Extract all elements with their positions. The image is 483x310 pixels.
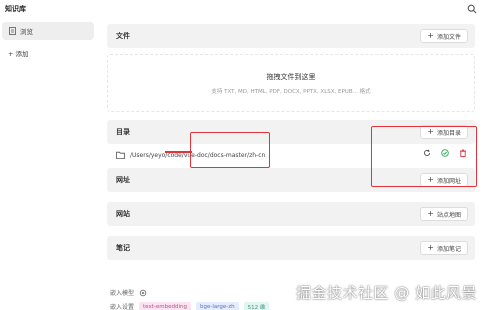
notes-title: 笔记 [116,244,130,252]
plus-icon: + [427,31,434,40]
plus-icon: + [427,209,434,218]
embed-settings-label: 嵌入设置 [110,304,135,310]
sitemap-title: 网站 [116,210,130,218]
folder-icon [116,151,125,159]
directory-title: 目录 [116,128,130,136]
tag: 512 维 [243,302,270,310]
settings-icon[interactable] [139,289,147,297]
sitemap-section-header: 网站 + 站点地图 [107,202,475,226]
tag: bge-large-zh [195,302,239,310]
plus-icon: + [427,243,434,252]
annotation-line [165,151,192,153]
files-title: 文件 [116,32,130,40]
sidebar: 浏览 + 添加 [0,22,98,310]
sidebar-item-label: + 添加 [8,50,29,58]
tag: text-embedding [139,302,191,310]
sidebar-item-browse[interactable]: 浏览 [2,22,94,40]
sidebar-item-add[interactable]: + 添加 [2,44,94,62]
title-bar: 知识库 [0,0,483,18]
add-note-button[interactable]: + 添加笔记 [420,241,468,255]
app-title: 知识库 [5,5,26,13]
dropzone-title: 拖拽文件到这里 [266,72,316,81]
annotation-box-path [190,132,270,168]
url-title: 网址 [116,176,130,184]
search-icon[interactable] [467,4,477,14]
embed-settings-row: 嵌入设置 text-embedding bge-large-zh 512 维 [110,302,270,310]
embed-model-label: 嵌入模型 [110,290,135,297]
notes-section-header: 笔记 + 添加笔记 [107,236,475,260]
files-section-header: 文件 + 添加文件 [107,24,475,48]
document-icon [8,27,16,35]
annotation-box-actions [371,126,477,187]
embed-model-row: 嵌入模型 [110,288,147,297]
file-dropzone[interactable]: 拖拽文件到这里 支持 TXT, MD, HTML, PDF, DOCX, PPT… [107,54,475,112]
sitemap-button[interactable]: + 站点地图 [420,207,468,221]
dropzone-subtitle: 支持 TXT, MD, HTML, PDF, DOCX, PPTX, XLSX,… [211,88,371,95]
watermark: 掘金技术社区 @ 如此风景 [295,284,477,302]
add-file-button[interactable]: + 添加文件 [420,29,468,43]
sidebar-item-label: 浏览 [20,28,33,36]
